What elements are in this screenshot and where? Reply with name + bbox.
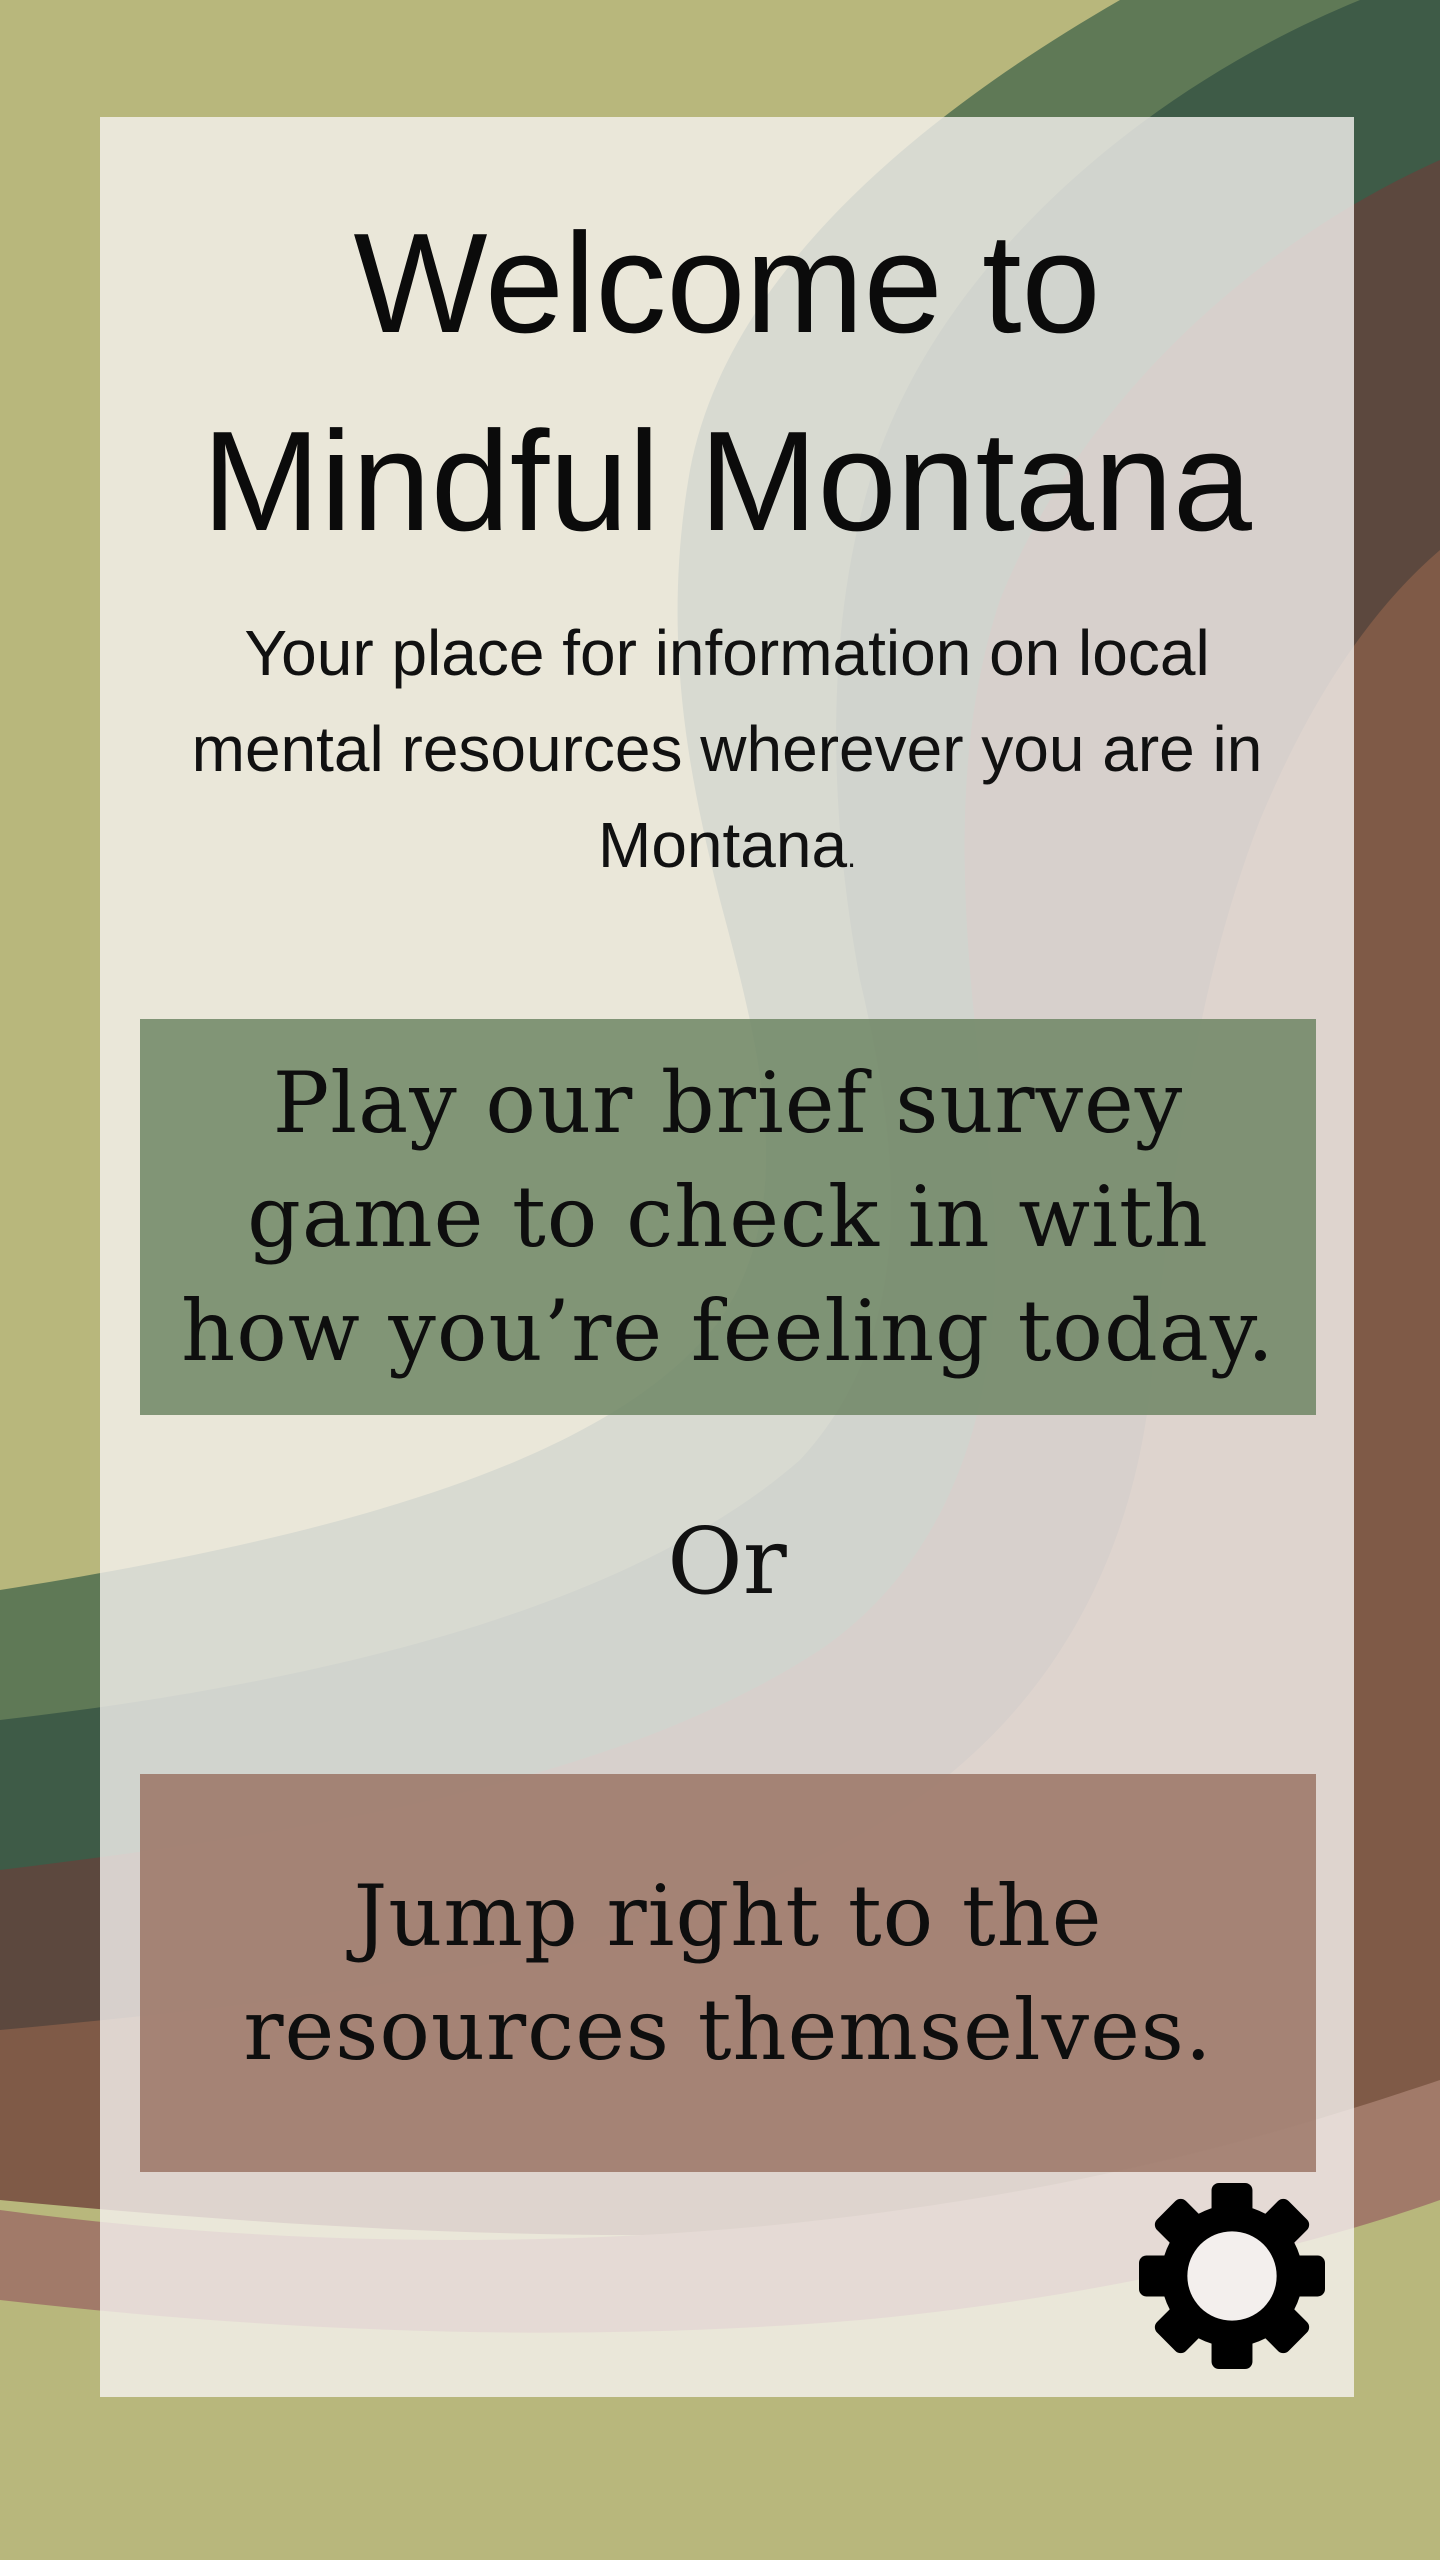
subtitle-period: .: [847, 838, 856, 874]
gear-icon[interactable]: [1139, 2183, 1325, 2369]
page-subtitle: Your place for information on local ment…: [140, 605, 1314, 904]
title-line-2: Mindful Montana: [202, 402, 1252, 561]
resources-button[interactable]: Jump right to the resources themselves.: [140, 1774, 1316, 2172]
or-separator: Or: [667, 1508, 787, 1615]
title-line-1: Welcome to: [353, 204, 1101, 363]
page-title: Welcome to Mindful Montana: [100, 185, 1354, 581]
survey-game-label: Play our brief survey game to check in w…: [181, 1054, 1275, 1380]
survey-game-button[interactable]: Play our brief survey game to check in w…: [140, 1019, 1316, 1415]
subtitle-text: Your place for information on local ment…: [191, 617, 1263, 881]
resources-label: Jump right to the resources themselves.: [243, 1867, 1213, 2079]
welcome-panel: Welcome to Mindful Montana Your place fo…: [100, 117, 1354, 2397]
